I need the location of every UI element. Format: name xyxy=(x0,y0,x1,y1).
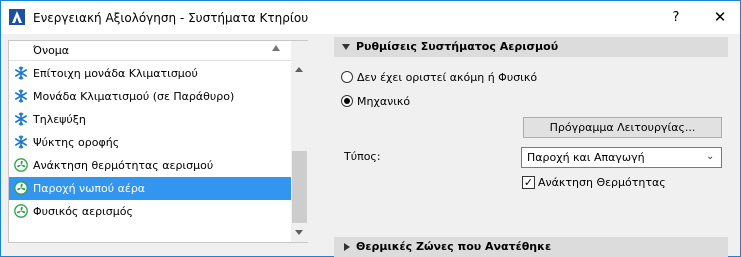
scroll-thumb[interactable] xyxy=(292,151,307,223)
app-logo-icon xyxy=(9,9,25,25)
chevron-down-icon: ⌄ xyxy=(706,151,715,162)
radio-natural-label: Δεν έχει οριστεί ακόμη ή Φυσικό xyxy=(357,71,538,84)
list-item[interactable]: Ψύκτης οροφής xyxy=(9,131,291,154)
radio-mechanical[interactable] xyxy=(341,95,353,107)
scroll-down-icon[interactable] xyxy=(295,230,303,235)
title-bar: Ενεργειακή Αξιολόγηση - Συστήματα Κτηρίο… xyxy=(1,1,740,34)
heat-recovery-checkbox[interactable]: ✓ xyxy=(522,176,535,189)
operation-schedule-button[interactable]: Πρόγραμμα Λειτουργίας... xyxy=(523,117,722,138)
list-item[interactable]: Επίτοιχη μονάδα Κλιματισμού xyxy=(9,62,291,85)
ventilation-settings-header[interactable]: Ρυθμίσεις Συστήματος Αερισμού xyxy=(334,37,728,57)
dialog-window: Ενεργειακή Αξιολόγηση - Συστήματα Κτηρίο… xyxy=(0,0,741,257)
section-title: Θερμικές Ζώνες που Ανατέθηκε xyxy=(356,240,552,253)
snowflake-icon xyxy=(14,89,27,103)
list-item[interactable]: Φυσικός αερισμός xyxy=(9,200,291,223)
list-header-label: Όνομα xyxy=(33,44,70,57)
list-item-label: Τηλεψύξη xyxy=(33,113,86,126)
list-scrollbar[interactable] xyxy=(291,41,308,242)
list-item-label: Μονάδα Κλιματισμού (σε Παράθυρο) xyxy=(33,90,235,103)
list-item-label: Φυσικός αερισμός xyxy=(33,205,133,218)
systems-list: Όνομα Επίτοιχη μονάδα Κλιματισμού Μονάδα… xyxy=(8,40,308,243)
radio-natural[interactable] xyxy=(341,71,353,83)
collapse-triangle-icon xyxy=(342,44,350,50)
expand-triangle-icon xyxy=(344,243,350,251)
list-item-label: Ψύκτης οροφής xyxy=(33,136,120,149)
thermal-zones-header[interactable]: Θερμικές Ζώνες που Ανατέθηκε xyxy=(334,237,728,257)
list-item-label: Παροχή νωπού αέρα xyxy=(33,182,146,195)
list-item-label: Ανάκτηση θερμότητας αερισμού xyxy=(33,159,214,172)
list-item[interactable]: Μονάδα Κλιματισμού (σε Παράθυρο) xyxy=(9,85,291,108)
window-title: Ενεργειακή Αξιολόγηση - Συστήματα Κτηρίο… xyxy=(33,11,309,25)
type-label: Τύπος: xyxy=(344,150,381,163)
fan-icon xyxy=(14,158,28,172)
help-button[interactable]: ? xyxy=(661,1,691,34)
section-title: Ρυθμίσεις Συστήματος Αερισμού xyxy=(356,40,559,53)
snowflake-icon xyxy=(14,112,27,126)
scroll-up-icon[interactable] xyxy=(295,67,303,72)
close-button[interactable]: ✕ xyxy=(701,1,739,34)
radio-mechanical-label: Μηχανικό xyxy=(357,95,411,108)
type-dropdown-value: Παροχή και Απαγωγή xyxy=(527,151,645,164)
list-item[interactable]: Ανάκτηση θερμότητας αερισμού xyxy=(9,154,291,177)
list-header-name-column[interactable]: Όνομα xyxy=(9,41,291,61)
list-item[interactable]: Τηλεψύξη xyxy=(9,108,291,131)
sort-ascending-icon xyxy=(272,45,280,51)
list-item-selected[interactable]: Παροχή νωπού αέρα xyxy=(9,177,291,200)
snowflake-icon xyxy=(14,66,27,80)
fan-icon xyxy=(14,181,28,195)
snowflake-icon xyxy=(14,135,27,149)
fan-icon xyxy=(14,204,28,218)
list-item-label: Επίτοιχη μονάδα Κλιματισμού xyxy=(33,67,198,80)
type-dropdown[interactable]: Παροχή και Απαγωγή ⌄ xyxy=(521,147,722,168)
heat-recovery-label: Ανάκτηση Θερμότητας xyxy=(538,176,666,189)
